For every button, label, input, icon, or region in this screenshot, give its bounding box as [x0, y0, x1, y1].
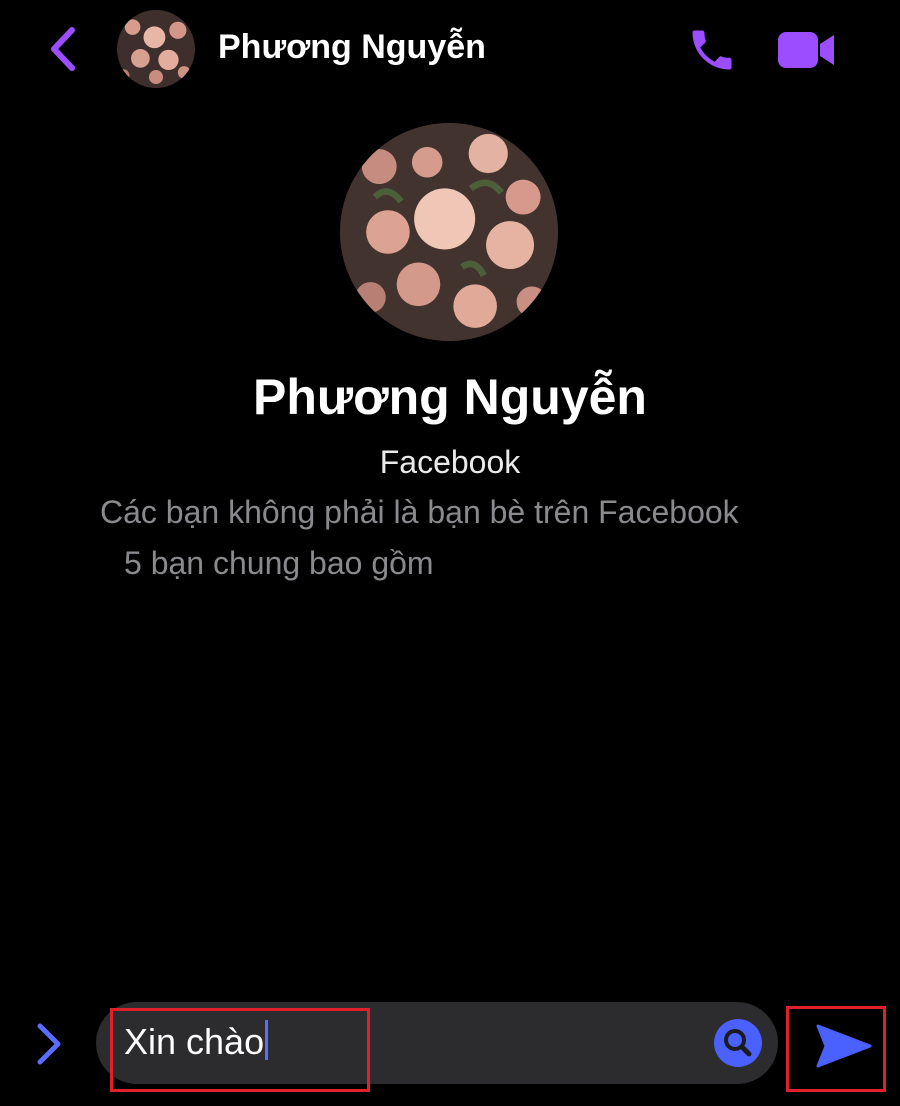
phone-icon	[692, 30, 732, 70]
search-icon	[724, 1029, 752, 1057]
video-call-button[interactable]	[776, 28, 838, 72]
rose-photo-icon	[117, 10, 195, 88]
profile-avatar[interactable]	[340, 123, 558, 341]
chevron-right-icon	[37, 1023, 61, 1065]
video-camera-icon	[778, 32, 834, 68]
rose-photo-icon	[340, 123, 558, 341]
profile-name: Phương Nguyễn	[253, 369, 647, 425]
profile-platform: Facebook	[379, 444, 521, 480]
message-input-highlight	[110, 1008, 370, 1092]
mutual-friends-text[interactable]: 5 bạn chung bao gồm	[124, 545, 434, 582]
expand-actions-button[interactable]	[30, 1020, 70, 1068]
chevron-left-icon	[51, 27, 75, 71]
contact-name[interactable]: Phương Nguyễn	[218, 28, 486, 67]
send-button-highlight	[786, 1006, 886, 1092]
voice-call-button[interactable]	[686, 24, 738, 76]
emoji-search-button[interactable]	[714, 1019, 762, 1067]
chat-header: Phương Nguyễn	[0, 0, 900, 100]
friend-status-text: Các bạn không phải là bạn bè trên Facebo…	[100, 494, 739, 530]
contact-avatar[interactable]	[117, 10, 195, 88]
back-button[interactable]	[42, 24, 84, 74]
